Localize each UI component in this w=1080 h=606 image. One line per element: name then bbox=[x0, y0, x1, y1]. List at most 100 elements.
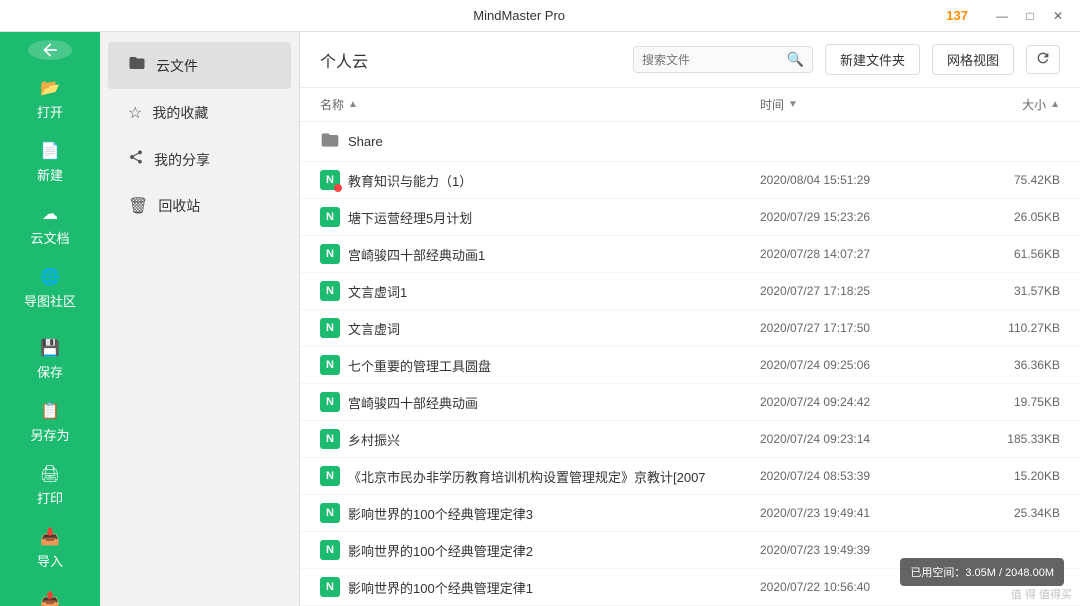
col-time[interactable]: 时间 ▼ bbox=[760, 96, 940, 113]
table-row[interactable]: N 《北京市民办非学历教育培训机构设置管理规定》京教计[2007 2020/07… bbox=[300, 458, 1080, 495]
sidebar-item-save-as[interactable]: 📋 另存为 bbox=[0, 391, 100, 454]
page-title: 个人云 bbox=[320, 48, 368, 72]
file-icon: N bbox=[320, 318, 340, 338]
panel-item-cloud-files[interactable]: 云文件 bbox=[108, 42, 291, 89]
file-name: N 宫崎骏四十部经典动画 bbox=[320, 392, 760, 412]
watermark: 值 得 值得买 bbox=[1003, 582, 1080, 606]
open-icon: 📂 bbox=[40, 78, 60, 98]
titlebar-controls: 137 — □ ✕ bbox=[946, 6, 1068, 26]
new-folder-button[interactable]: 新建文件夹 bbox=[825, 44, 920, 75]
file-size: 19.75KB bbox=[940, 395, 1060, 409]
search-input[interactable] bbox=[642, 53, 781, 67]
new-icon: 📄 bbox=[40, 141, 60, 161]
file-name: N 教育知识与能力（1） bbox=[320, 170, 760, 190]
file-size: 61.56KB bbox=[940, 247, 1060, 261]
file-size: 26.05KB bbox=[940, 210, 1060, 224]
file-rows-container: N 教育知识与能力（1） 2020/08/04 15:51:29 75.42KB… bbox=[300, 162, 1080, 606]
sidebar-item-cloud[interactable]: ☁ 云文档 bbox=[0, 194, 100, 257]
save-icon: 💾 bbox=[40, 338, 60, 358]
panel-item-cloud-files-label: 云文件 bbox=[156, 56, 198, 76]
file-icon: N bbox=[320, 355, 340, 375]
file-name-text: 影响世界的100个经典管理定律3 bbox=[348, 504, 533, 523]
file-name: N 文言虚词 bbox=[320, 318, 760, 338]
file-icon: N bbox=[320, 540, 340, 560]
table-row[interactable]: N 文言虚词 2020/07/27 17:17:50 110.27KB bbox=[300, 310, 1080, 347]
file-name: N 影响世界的100个经典管理定律1 bbox=[320, 577, 760, 597]
file-time: 2020/07/23 19:49:39 bbox=[760, 543, 940, 557]
panel-item-trash-label: 回收站 bbox=[158, 196, 200, 216]
file-icon: N bbox=[320, 281, 340, 301]
cloud-icon: ☁ bbox=[42, 204, 58, 224]
sidebar-item-import[interactable]: 📥 导入 bbox=[0, 517, 100, 580]
table-row[interactable]: N 文言虚词1 2020/07/27 17:18:25 31.57KB bbox=[300, 273, 1080, 310]
table-row[interactable]: N 影响世界的100个经典管理定律3 2020/07/23 19:49:41 2… bbox=[300, 495, 1080, 532]
col-name: 名称 ▲ bbox=[320, 96, 760, 113]
file-time: 2020/07/24 09:24:42 bbox=[760, 395, 940, 409]
view-toggle-button[interactable]: 网格视图 bbox=[932, 44, 1014, 75]
panel-item-shared[interactable]: 我的分享 bbox=[108, 137, 291, 182]
refresh-button[interactable] bbox=[1026, 45, 1060, 74]
file-name: N 文言虚词1 bbox=[320, 281, 760, 301]
file-name: N 影响世界的100个经典管理定律3 bbox=[320, 503, 760, 523]
trash-icon: 🗑 bbox=[128, 196, 148, 216]
maximize-button[interactable]: □ bbox=[1020, 6, 1040, 26]
back-button[interactable] bbox=[28, 40, 72, 60]
file-name: N 七个重要的管理工具圆盘 bbox=[320, 355, 760, 375]
table-row[interactable]: N 宫崎骏四十部经典动画1 2020/07/28 14:07:27 61.56K… bbox=[300, 236, 1080, 273]
table-row[interactable]: N 七个重要的管理工具圆盘 2020/07/24 09:25:06 36.36K… bbox=[300, 347, 1080, 384]
file-size: 75.42KB bbox=[940, 173, 1060, 187]
import-icon: 📥 bbox=[40, 527, 60, 547]
panel-item-trash[interactable]: 🗑 回收站 bbox=[108, 184, 291, 228]
table-row[interactable]: N 乡村振兴 2020/07/24 09:23:14 185.33KB bbox=[300, 421, 1080, 458]
file-icon: N bbox=[320, 429, 340, 449]
sidebar-item-community[interactable]: 🌐 导图社区 bbox=[0, 257, 100, 320]
content-wrapper: 名称 ▲ 时间 ▼ 大小 ▲ bbox=[300, 88, 1080, 606]
sidebar-item-new-label: 新建 bbox=[37, 165, 63, 184]
close-button[interactable]: ✕ bbox=[1048, 6, 1068, 26]
file-table: 名称 ▲ 时间 ▼ 大小 ▲ bbox=[300, 88, 1080, 606]
file-icon: N bbox=[320, 503, 340, 523]
sidebar-item-save[interactable]: 💾 保存 bbox=[0, 328, 100, 391]
sidebar-item-print-label: 打印 bbox=[37, 488, 63, 507]
sidebar-item-new[interactable]: 📄 新建 bbox=[0, 131, 100, 194]
file-name: N 《北京市民办非学历教育培训机构设置管理规定》京教计[2007 bbox=[320, 466, 760, 486]
sidebar-item-community-label: 导图社区 bbox=[24, 291, 76, 310]
panel-item-favorites[interactable]: ☆ 我的收藏 bbox=[108, 91, 291, 135]
print-icon: 🖨 bbox=[40, 464, 60, 484]
table-row[interactable]: N 宫崎骏四十部经典动画 2020/07/24 09:24:42 19.75KB bbox=[300, 384, 1080, 421]
search-icon: 🔍 bbox=[787, 51, 804, 68]
second-panel: 云文件 ☆ 我的收藏 我的分享 🗑 回收站 bbox=[100, 32, 300, 606]
search-box[interactable]: 🔍 bbox=[633, 46, 813, 73]
minimize-button[interactable]: — bbox=[992, 6, 1012, 26]
file-name-text: 影响世界的100个经典管理定律2 bbox=[348, 541, 533, 560]
folder-row-share[interactable]: Share bbox=[300, 122, 1080, 162]
file-name: N 影响世界的100个经典管理定律2 bbox=[320, 540, 760, 560]
file-time: 2020/08/04 15:51:29 bbox=[760, 173, 940, 187]
sidebar-item-import-label: 导入 bbox=[37, 551, 63, 570]
file-time: 2020/07/29 15:23:26 bbox=[760, 210, 940, 224]
cloud-files-icon bbox=[128, 54, 146, 77]
col-size[interactable]: 大小 ▲ bbox=[940, 96, 1060, 113]
sidebar-item-export[interactable]: 📤 导出 bbox=[0, 580, 100, 606]
file-time: 2020/07/24 09:25:06 bbox=[760, 358, 940, 372]
file-name-text: 影响世界的100个经典管理定律1 bbox=[348, 578, 533, 597]
titlebar: MindMaster Pro 137 — □ ✕ bbox=[0, 0, 1080, 32]
sidebar-item-open[interactable]: 📂 打开 bbox=[0, 68, 100, 131]
table-row[interactable]: N 教育知识与能力（1） 2020/08/04 15:51:29 75.42KB bbox=[300, 162, 1080, 199]
file-time: 2020/07/27 17:18:25 bbox=[760, 284, 940, 298]
main-content: 个人云 🔍 新建文件夹 网格视图 名称 ▲ bbox=[300, 32, 1080, 606]
save-as-icon: 📋 bbox=[40, 401, 60, 421]
shared-icon bbox=[128, 149, 144, 170]
folder-name-share: Share bbox=[320, 130, 760, 153]
table-header: 名称 ▲ 时间 ▼ 大小 ▲ bbox=[300, 88, 1080, 122]
favorites-icon: ☆ bbox=[128, 103, 142, 123]
file-icon: N bbox=[320, 207, 340, 227]
sidebar: 📂 打开 📄 新建 ☁ 云文档 🌐 导图社区 💾 保存 📋 另存为 🖨 打印 bbox=[0, 32, 100, 606]
file-size: 31.57KB bbox=[940, 284, 1060, 298]
sidebar-item-print[interactable]: 🖨 打印 bbox=[0, 454, 100, 517]
file-size: 36.36KB bbox=[940, 358, 1060, 372]
table-row[interactable]: N 塘下运营经理5月计划 2020/07/29 15:23:26 26.05KB bbox=[300, 199, 1080, 236]
file-name-text: 七个重要的管理工具圆盘 bbox=[348, 356, 491, 375]
main-layout: 📂 打开 📄 新建 ☁ 云文档 🌐 导图社区 💾 保存 📋 另存为 🖨 打印 bbox=[0, 32, 1080, 606]
file-name-text: 文言虚词 bbox=[348, 319, 400, 338]
